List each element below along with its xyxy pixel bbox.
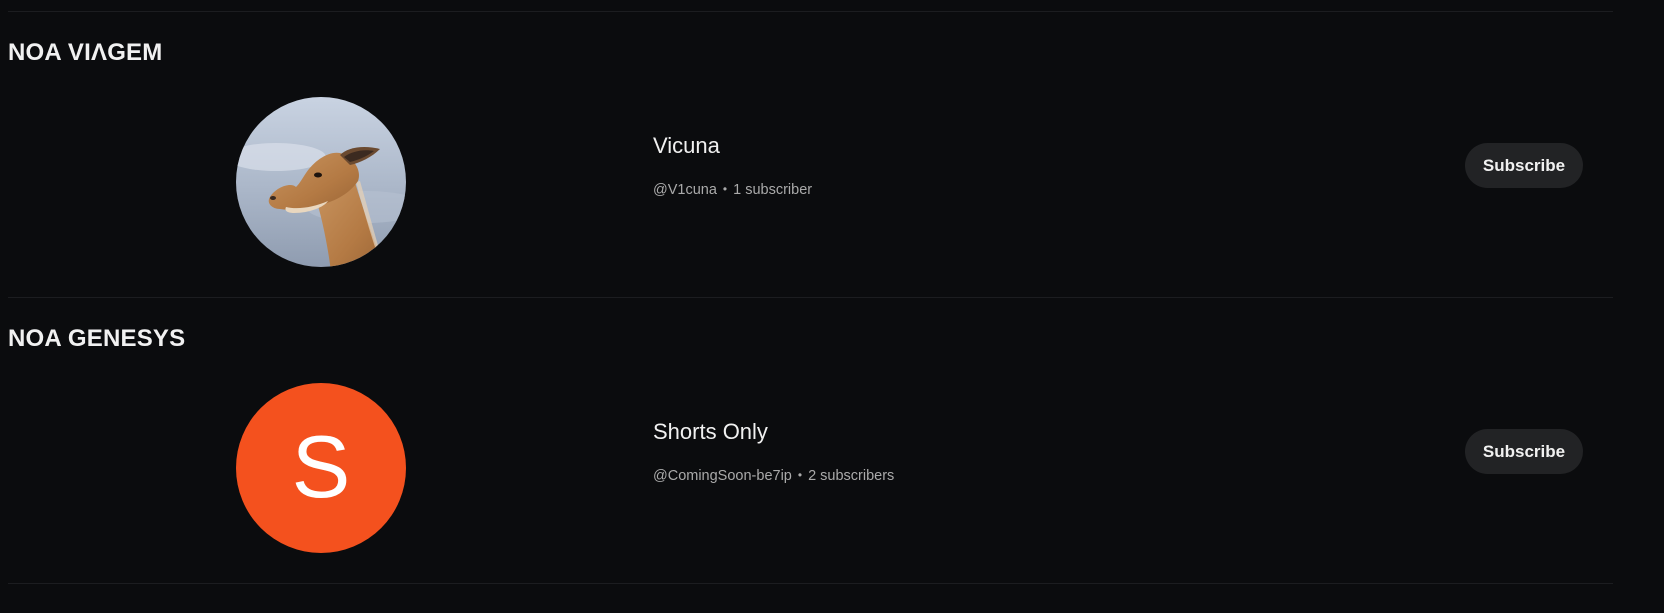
meta-separator: • <box>797 468 803 482</box>
meta-separator: • <box>722 182 728 196</box>
channel-list-page: NOA VIΛGEM Vicuna @V1cuna • 1 subscriber… <box>0 0 1664 613</box>
channel-section: NOA VIΛGEM Vicuna @V1cuna • 1 subscriber… <box>0 11 1664 297</box>
avatar-letter: S <box>291 417 351 516</box>
vicuna-photo-icon <box>236 97 406 267</box>
section-title: NOA VIΛGEM <box>8 39 163 66</box>
channel-name[interactable]: Vicuna <box>653 133 720 159</box>
channel-meta: @ComingSoon-be7ip • 2 subscribers <box>653 468 894 484</box>
subscribe-button[interactable]: Subscribe <box>1465 429 1583 474</box>
channel-avatar[interactable]: S <box>236 383 406 553</box>
channel-name[interactable]: Shorts Only <box>653 419 768 445</box>
channel-meta: @V1cuna • 1 subscriber <box>653 182 812 198</box>
channel-handle[interactable]: @ComingSoon-be7ip <box>653 468 792 484</box>
subscribe-button[interactable]: Subscribe <box>1465 143 1583 188</box>
section-title: NOA GENESYS <box>8 325 186 352</box>
channel-handle[interactable]: @V1cuna <box>653 182 717 198</box>
channel-avatar[interactable] <box>236 97 406 267</box>
subscriber-count: 1 subscriber <box>733 182 813 198</box>
channel-section: NOA GENESYS S Shorts Only @ComingSoon-be… <box>0 297 1664 583</box>
subscriber-count: 2 subscribers <box>808 468 895 484</box>
divider <box>8 583 1613 584</box>
